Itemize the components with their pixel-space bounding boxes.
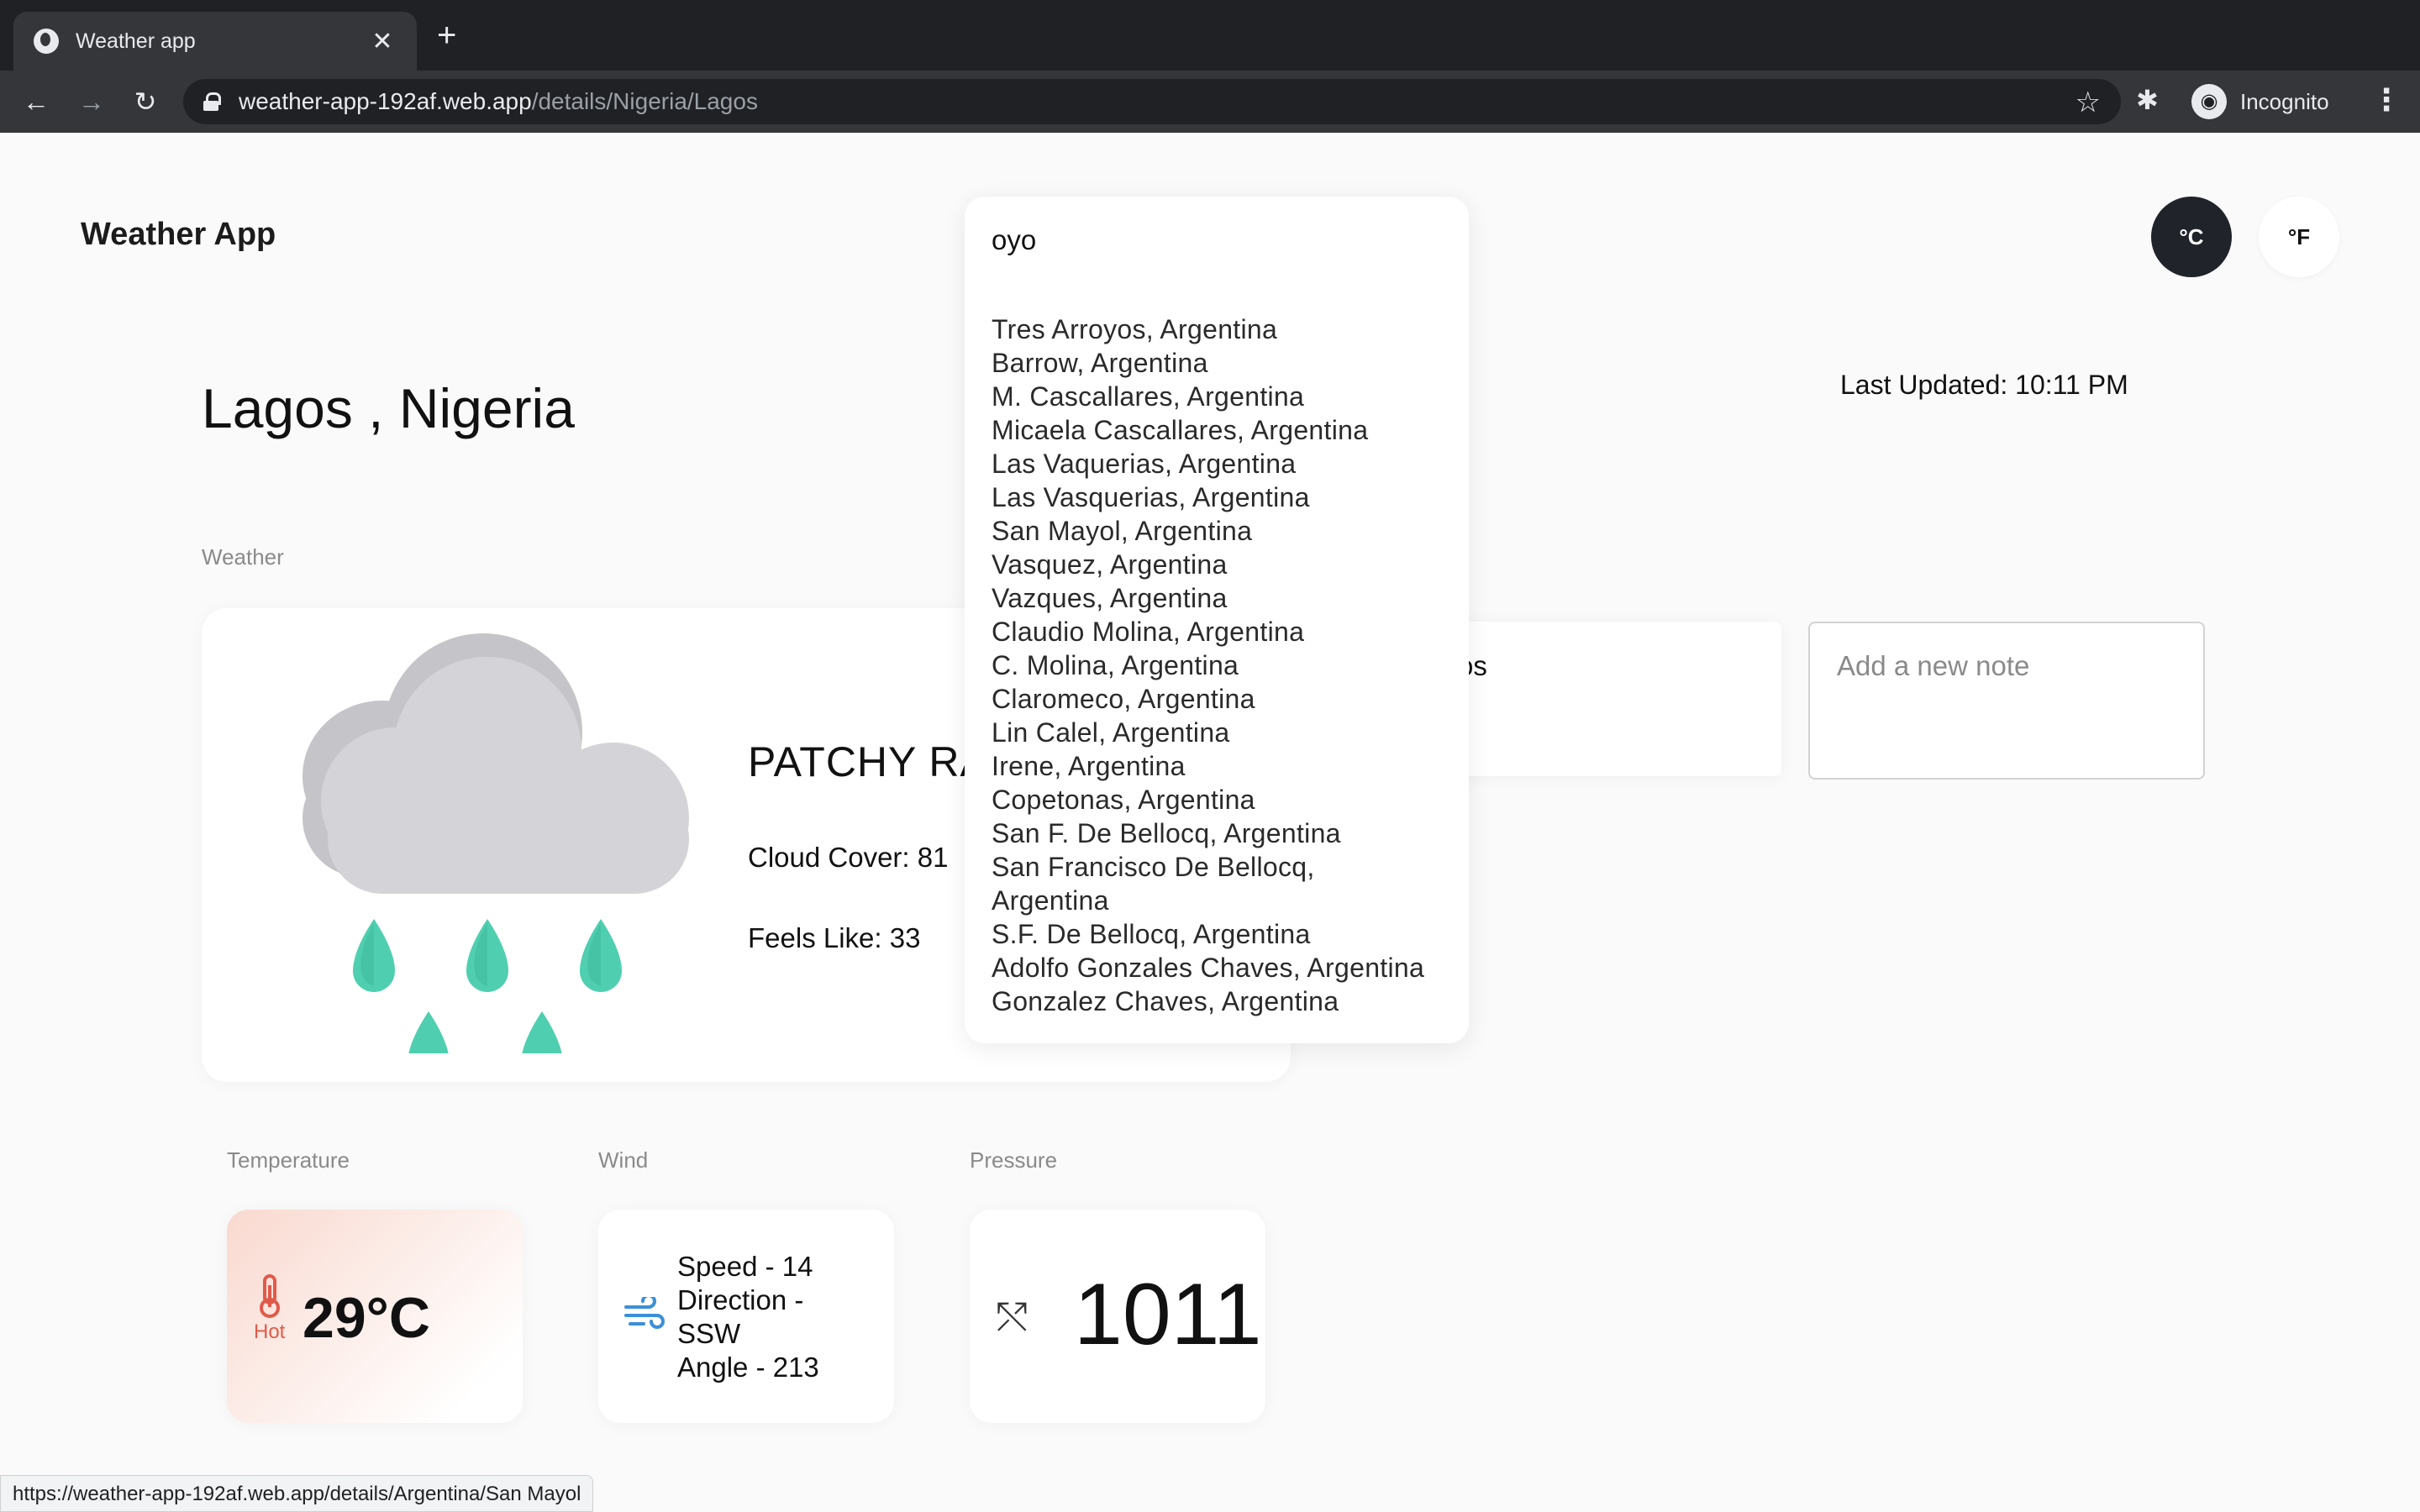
extensions-puzzle-icon[interactable]: ✱ [2136, 84, 2159, 116]
tab-title: Weather app [76, 29, 196, 53]
search-result-item[interactable]: San F. De Bellocq, Argentina [992, 816, 1462, 850]
cloud-cover: Cloud Cover: 81 [748, 842, 949, 873]
browser-toolbar: ← → ↻ weather-app-192af.web.app/details/… [0, 71, 2420, 133]
feels-like: Feels Like: 33 [748, 922, 921, 953]
search-result-item[interactable]: Las Vasquerias, Argentina [992, 480, 1462, 514]
search-results-list: Tres Arroyos, Argentina Barrow, Argentin… [992, 312, 1462, 1018]
search-result-item[interactable]: M. Cascallares, Argentina [992, 380, 1462, 413]
search-result-item[interactable]: Irene, Argentina [992, 749, 1462, 783]
search-result-item[interactable]: Copetonas, Argentina [992, 783, 1462, 816]
thermometer-icon [260, 1274, 280, 1318]
search-result-item[interactable]: Las Vaquerias, Argentina [992, 447, 1462, 480]
wind-details: Speed - 14 Direction - SSW Angle - 213 [677, 1250, 837, 1384]
forward-arrow-icon[interactable]: → [74, 84, 109, 119]
temperature-section-label: Temperature [227, 1147, 350, 1173]
search-result-item[interactable]: Tres Arroyos, Argentina [992, 312, 1462, 346]
search-input[interactable] [992, 222, 1428, 259]
status-bar-url: https://weather-app-192af.web.app/detail… [0, 1475, 594, 1512]
incognito-icon: ◉ [2191, 84, 2227, 119]
tab-close-icon[interactable]: ✕ [368, 27, 397, 56]
search-result-item[interactable]: Claudio Molina, Argentina [992, 615, 1462, 648]
search-result-item[interactable]: Vazques, Argentina [992, 581, 1462, 615]
wind-direction: Direction - SSW [677, 1284, 804, 1349]
reload-icon[interactable]: ↻ [128, 84, 163, 119]
search-result-item[interactable]: Adolfo Gonzales Chaves, Argentina [992, 951, 1462, 984]
incognito-label: Incognito [2240, 88, 2329, 114]
search-result-item[interactable]: Claromeco, Argentina [992, 682, 1462, 716]
hot-badge: Hot [254, 1320, 286, 1343]
search-result-item[interactable]: San Francisco De Bellocq, Argentina [992, 850, 1353, 917]
wind-card: Speed - 14 Direction - SSW Angle - 213 [598, 1210, 894, 1423]
browser-menu-icon[interactable]: ⋮ [2371, 82, 2402, 118]
new-note-input[interactable] [1808, 622, 2205, 780]
wind-section-label: Wind [598, 1147, 649, 1173]
browser-tab-bar: Weather app ✕ + [0, 0, 2420, 71]
pressure-value: 1011 [1074, 1266, 1262, 1363]
weather-section-label: Weather [202, 544, 284, 570]
search-result-item[interactable]: Barrow, Argentina [992, 346, 1462, 380]
url-host: weather-app-192af.web.app [239, 88, 532, 114]
wind-angle: Angle - 213 [677, 1352, 819, 1383]
app-title[interactable]: Weather App [81, 217, 276, 253]
search-panel: Tres Arroyos, Argentina Barrow, Argentin… [965, 197, 1469, 1043]
lock-icon [203, 92, 221, 111]
globe-icon [34, 29, 59, 54]
search-result-item[interactable]: San Mayol, Argentina [992, 514, 1462, 548]
wind-speed: Speed - 14 [677, 1251, 813, 1282]
browser-tab[interactable]: Weather app ✕ [13, 12, 417, 71]
bookmark-star-icon[interactable]: ☆ [2075, 86, 2101, 119]
fahrenheit-button[interactable]: °F [2259, 197, 2339, 277]
rain-cloud-icon [302, 633, 689, 1053]
temperature-card: Hot 29°C [227, 1210, 523, 1423]
new-tab-button[interactable]: + [437, 18, 456, 52]
url-path: /details/Nigeria/Lagos [531, 88, 758, 114]
location-title: Lagos , Nigeria [202, 377, 575, 439]
search-result-item[interactable]: S.F. De Bellocq, Argentina [992, 917, 1462, 951]
search-result-item[interactable]: Vasquez, Argentina [992, 548, 1462, 581]
temperature-value: 29°C [302, 1286, 430, 1350]
address-bar[interactable]: weather-app-192af.web.app/details/Nigeri… [183, 79, 2121, 124]
search-result-item[interactable]: Gonzalez Chaves, Argentina [992, 984, 1462, 1018]
last-updated: Last Updated: 10:11 PM [1840, 370, 2128, 400]
wind-icon [624, 1297, 665, 1329]
search-result-item[interactable]: Micaela Cascallares, Argentina [992, 413, 1462, 447]
pressure-section-label: Pressure [970, 1147, 1058, 1173]
pressure-icon: ⤲ [997, 1294, 1028, 1338]
search-result-item[interactable]: C. Molina, Argentina [992, 648, 1462, 682]
celsius-button[interactable]: °C [2151, 197, 2232, 277]
back-arrow-icon[interactable]: ← [18, 84, 54, 119]
search-result-item[interactable]: Lin Calel, Argentina [992, 716, 1462, 749]
incognito-profile-button[interactable]: ◉ Incognito [2185, 79, 2349, 124]
pressure-card: ⤲ 1011 [970, 1210, 1265, 1423]
